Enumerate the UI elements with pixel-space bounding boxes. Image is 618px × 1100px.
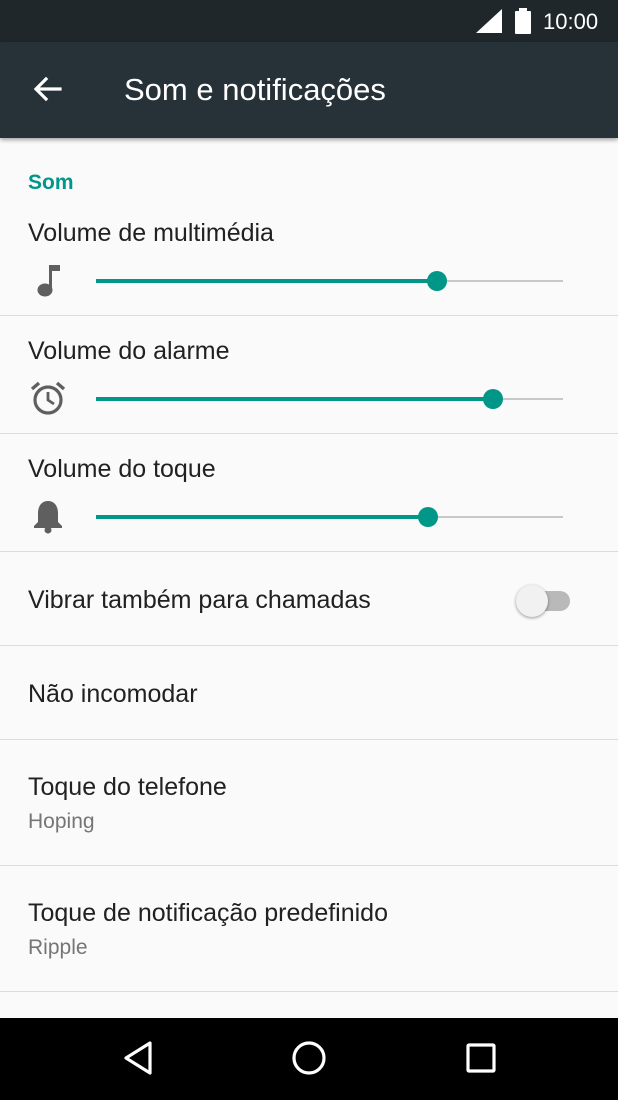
dnd-row[interactable]: Não incomodar [0,646,618,740]
dnd-label: Não incomodar [28,680,198,708]
ringtone-row[interactable]: Toque do telefone Hoping [0,740,618,866]
settings-list: Som Volume de multimédia Volume do alarm… [0,138,618,1018]
volume-label-alarm: Volume do alarme [28,337,230,365]
notification-sound-value: Ripple [28,936,88,959]
arrow-back-icon[interactable] [32,74,62,104]
slider-fill [96,397,493,401]
signal-icon [476,9,502,33]
volume-slider-alarm[interactable] [96,384,563,414]
home-circle-icon[interactable] [290,1038,328,1078]
slider-thumb[interactable] [426,271,447,291]
notification-sound-row[interactable]: Toque de notificação predefinido Ripple [0,866,618,992]
volume-row-ring: Volume do toque [0,434,618,552]
bell-icon [34,501,62,534]
volume-row-alarm: Volume do alarme [0,316,618,434]
vibrate-row[interactable]: Vibrar também para chamadas [0,552,618,646]
notification-sound-label: Toque de notificação predefinido [28,899,388,927]
status-bar: 10:00 [0,0,618,42]
section-header-som: Som [28,171,74,194]
vibrate-label: Vibrar também para chamadas [28,586,371,614]
slider-fill [96,515,428,519]
toggle-thumb [516,585,548,617]
volume-row-media: Volume de multimédia [0,198,618,316]
volume-slider-ring[interactable] [96,502,563,532]
battery-icon [515,8,531,34]
ringtone-label: Toque do telefone [28,773,227,801]
slider-thumb[interactable] [482,389,503,409]
recents-square-icon[interactable] [463,1038,499,1078]
slider-thumb[interactable] [417,507,438,527]
navigation-bar [0,1018,618,1100]
volume-slider-media[interactable] [96,266,563,296]
app-bar: Som e notificações [0,42,618,138]
volume-label-media: Volume de multimédia [28,219,274,247]
alarm-clock-icon [30,381,66,415]
volume-label-ring: Volume do toque [28,455,216,483]
ringtone-value: Hoping [28,810,95,833]
vibrate-toggle[interactable] [516,580,572,617]
music-note-icon [37,265,60,297]
slider-fill [96,279,437,283]
back-triangle-icon[interactable] [121,1038,155,1078]
page-title: Som e notificações [124,72,386,107]
status-time: 10:00 [543,9,599,34]
